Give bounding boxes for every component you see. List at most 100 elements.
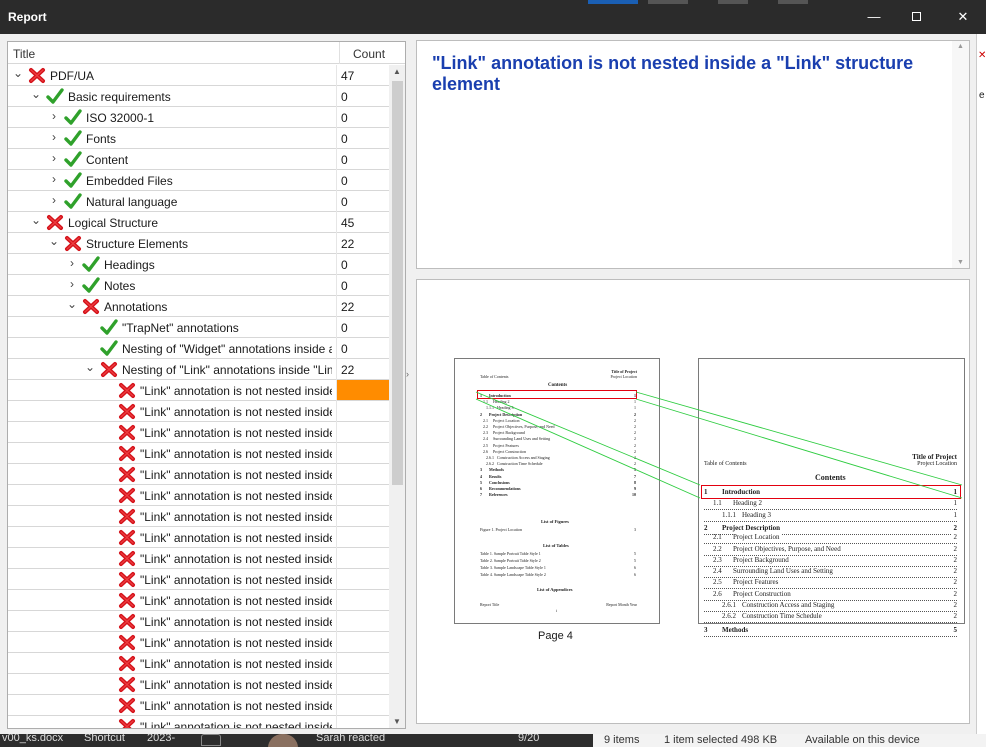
taskbar-file-name[interactable]: v00_ks.docx [2, 734, 63, 744]
fail-x-icon [118, 655, 136, 672]
tree-row[interactable]: "Link" annotation is not nested inside .… [8, 548, 389, 569]
tree-row-label: Headings [104, 258, 155, 272]
status-item-count: 9 items [604, 734, 640, 747]
pane-splitter-chevron-icon[interactable]: › [406, 369, 409, 379]
fail-x-icon [118, 382, 136, 399]
tree-row[interactable]: › Headings 0 [8, 254, 389, 275]
scroll-up-icon[interactable]: ▲ [957, 43, 964, 50]
column-divider [336, 674, 337, 695]
expand-chevron-icon[interactable]: › [49, 151, 59, 165]
expand-chevron-icon[interactable]: › [67, 256, 77, 270]
close-button[interactable]: ✕ [940, 0, 986, 34]
column-divider [336, 716, 337, 728]
expand-chevron-icon[interactable]: › [49, 193, 59, 207]
taskbar-file-type: Shortcut [84, 734, 125, 744]
tree-row[interactable]: "Link" annotation is not nested inside .… [8, 611, 389, 632]
tree-row[interactable]: "Link" annotation is not nested inside .… [8, 695, 389, 716]
tree-row[interactable]: ⌄ Logical Structure 45 [8, 212, 389, 233]
minimize-button[interactable]: — [851, 0, 897, 34]
tree-row[interactable]: › Natural language 0 [8, 191, 389, 212]
tree-row-count: 0 [341, 153, 348, 167]
tree-row[interactable]: "Link" annotation is not nested inside .… [8, 590, 389, 611]
expand-chevron-icon[interactable]: › [49, 109, 59, 123]
scroll-up-icon[interactable]: ▲ [393, 67, 401, 76]
tree-row-label: Natural language [86, 195, 178, 209]
tree-row[interactable]: "Link" annotation is not nested inside .… [8, 632, 389, 653]
tree-row-count: 0 [341, 258, 348, 272]
fail-x-icon [64, 235, 82, 252]
collapse-chevron-icon[interactable]: ⌄ [31, 213, 41, 227]
tree-row-selected[interactable]: "Link" annotation is not nested inside .… [8, 380, 389, 401]
tree-row[interactable]: › ISO 32000-1 0 [8, 107, 389, 128]
tree-row-label: "Link" annotation is not nested inside .… [140, 615, 332, 629]
tree-row-label: "Link" annotation is not nested inside .… [140, 426, 332, 440]
column-divider [336, 296, 337, 317]
tree-row[interactable]: ⌄ Annotations 22 [8, 296, 389, 317]
column-divider [336, 149, 337, 170]
column-separator[interactable] [339, 42, 340, 64]
connector-lines [475, 391, 963, 499]
tree-row[interactable]: "Link" annotation is not nested inside .… [8, 716, 389, 728]
tree-row[interactable]: "Link" annotation is not nested inside .… [8, 464, 389, 485]
tree-row[interactable]: ⌄ PDF/UA 47 [8, 65, 389, 86]
tree-row[interactable]: "Link" annotation is not nested inside .… [8, 422, 389, 443]
tree-row[interactable]: › Notes 0 [8, 275, 389, 296]
check-results-tree[interactable]: Title Count ⌄ PDF/UA 47 ⌄ Basic requirements… [7, 41, 406, 729]
notification-counter: 9/20 [518, 734, 540, 744]
expand-chevron-icon[interactable]: › [49, 172, 59, 186]
collapse-chevron-icon[interactable]: ⌄ [13, 66, 23, 80]
tree-row[interactable]: "Link" annotation is not nested inside .… [8, 527, 389, 548]
description-scrollbar[interactable]: ▲ ▼ [952, 41, 969, 268]
notification-text[interactable]: Sarah reacted [316, 734, 385, 744]
expand-chevron-icon[interactable]: › [67, 277, 77, 291]
tree-row[interactable]: "Link" annotation is not nested inside .… [8, 506, 389, 527]
maximize-button[interactable] [893, 0, 939, 34]
fail-x-icon [118, 529, 136, 546]
column-divider [336, 380, 337, 401]
tree-row-label: "Link" annotation is not nested inside .… [140, 510, 332, 524]
scroll-down-icon[interactable]: ▼ [393, 717, 401, 726]
column-divider [336, 569, 337, 590]
fail-x-icon [118, 508, 136, 525]
tree-row-label: "TrapNet" annotations [122, 321, 239, 335]
tree-scrollbar[interactable]: ▲ ▼ [389, 65, 405, 728]
column-divider [336, 359, 337, 380]
column-divider [336, 191, 337, 212]
tree-rows: ⌄ PDF/UA 47 ⌄ Basic requirements 0 › ISO 32000-… [8, 65, 389, 728]
tree-row[interactable]: Nesting of "Widget" annotations inside a… [8, 338, 389, 359]
page-preview-pane: Table of Contents Title of Project Proje… [416, 279, 970, 724]
pass-check-icon [64, 109, 82, 126]
tree-row[interactable]: ⌄ Structure Elements 22 [8, 233, 389, 254]
avatar[interactable] [268, 734, 298, 747]
column-divider [336, 422, 337, 443]
tree-row[interactable]: "Link" annotation is not nested inside .… [8, 443, 389, 464]
tree-row[interactable]: "Link" annotation is not nested inside .… [8, 674, 389, 695]
column-header-count[interactable]: Count [353, 47, 385, 61]
tree-row[interactable]: › Fonts 0 [8, 128, 389, 149]
tree-row[interactable]: ⌄ Nesting of "Link" annotations inside "L… [8, 359, 389, 380]
apps-grid-icon[interactable] [201, 734, 221, 746]
scrollbar-thumb[interactable] [392, 81, 403, 485]
tree-row-label: "Link" annotation is not nested inside .… [140, 594, 332, 608]
tree-row[interactable]: "Link" annotation is not nested inside .… [8, 485, 389, 506]
tree-row-count: 0 [341, 321, 348, 335]
background-app-edge: ✕ e [976, 34, 986, 734]
tree-row[interactable]: "TrapNet" annotations 0 [8, 317, 389, 338]
title-bar: Report — ✕ [0, 0, 986, 34]
tree-row[interactable]: "Link" annotation is not nested inside .… [8, 401, 389, 422]
collapse-chevron-icon[interactable]: ⌄ [31, 87, 41, 101]
tree-row[interactable]: "Link" annotation is not nested inside .… [8, 653, 389, 674]
column-header-title[interactable]: Title [13, 47, 35, 61]
collapse-chevron-icon[interactable]: ⌄ [67, 297, 77, 311]
tree-row[interactable]: › Embedded Files 0 [8, 170, 389, 191]
collapse-chevron-icon[interactable]: ⌄ [49, 234, 59, 248]
tree-row[interactable]: "Link" annotation is not nested inside .… [8, 569, 389, 590]
tree-row[interactable]: ⌄ Basic requirements 0 [8, 86, 389, 107]
tree-row[interactable]: › Content 0 [8, 149, 389, 170]
column-divider [336, 590, 337, 611]
scroll-down-icon[interactable]: ▼ [957, 259, 964, 266]
expand-chevron-icon[interactable]: › [49, 130, 59, 144]
column-divider [336, 212, 337, 233]
collapse-chevron-icon[interactable]: ⌄ [85, 360, 95, 374]
tree-row-count: 0 [341, 174, 348, 188]
